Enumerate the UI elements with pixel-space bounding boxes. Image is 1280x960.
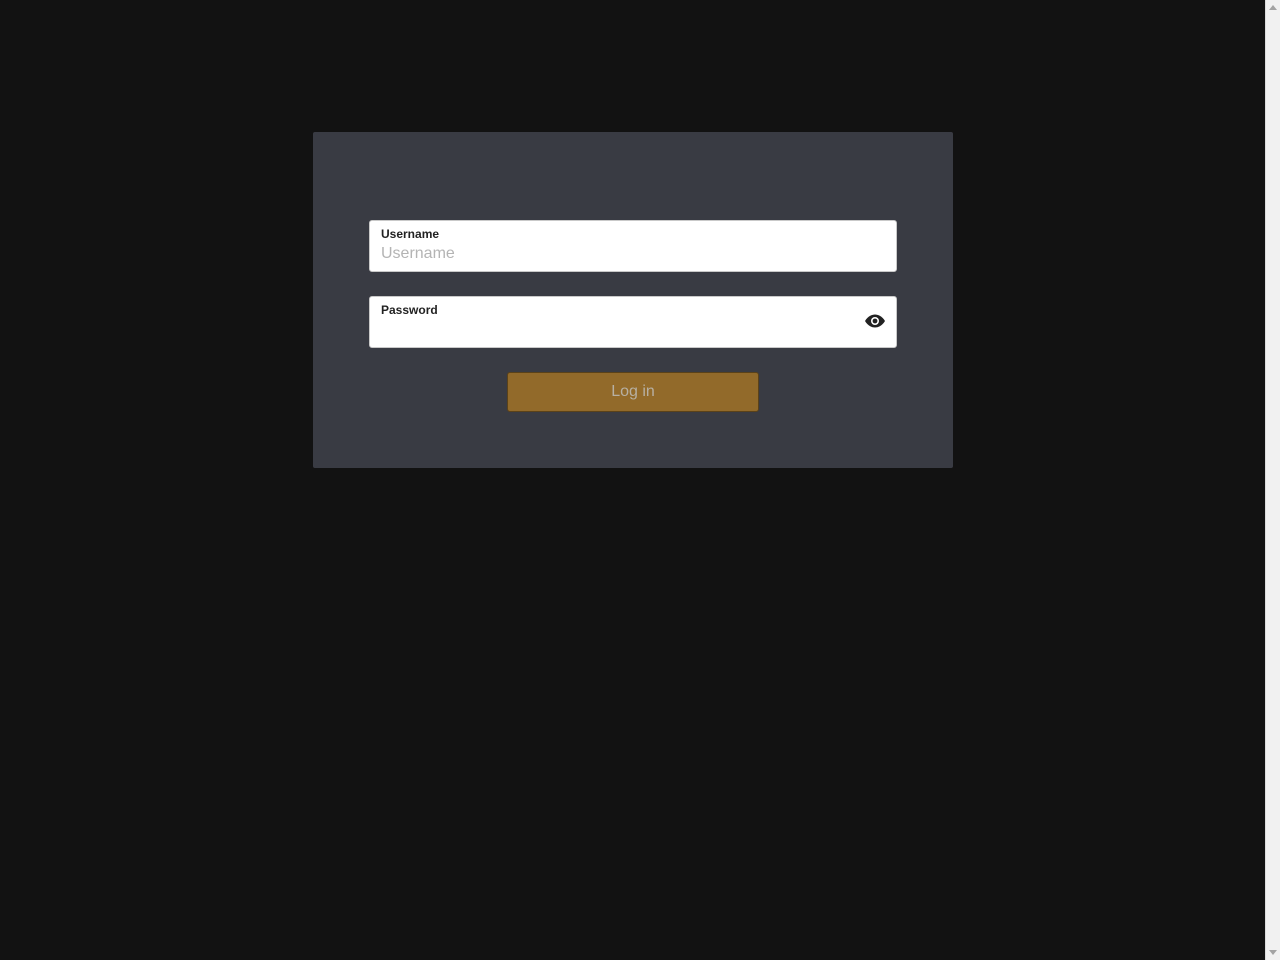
scroll-up-arrow-icon[interactable] — [1269, 5, 1277, 10]
login-button[interactable]: Log in — [507, 372, 759, 412]
vertical-scrollbar[interactable] — [1265, 0, 1280, 960]
password-input[interactable] — [381, 320, 851, 340]
eye-icon[interactable] — [863, 311, 887, 331]
username-input[interactable] — [381, 244, 851, 264]
password-label: Password — [381, 303, 438, 317]
password-field[interactable]: Password — [369, 296, 897, 348]
username-field[interactable]: Username — [369, 220, 897, 272]
scroll-down-arrow-icon[interactable] — [1269, 950, 1277, 955]
username-label: Username — [381, 227, 440, 241]
login-card: Username Password Log in — [313, 132, 953, 468]
